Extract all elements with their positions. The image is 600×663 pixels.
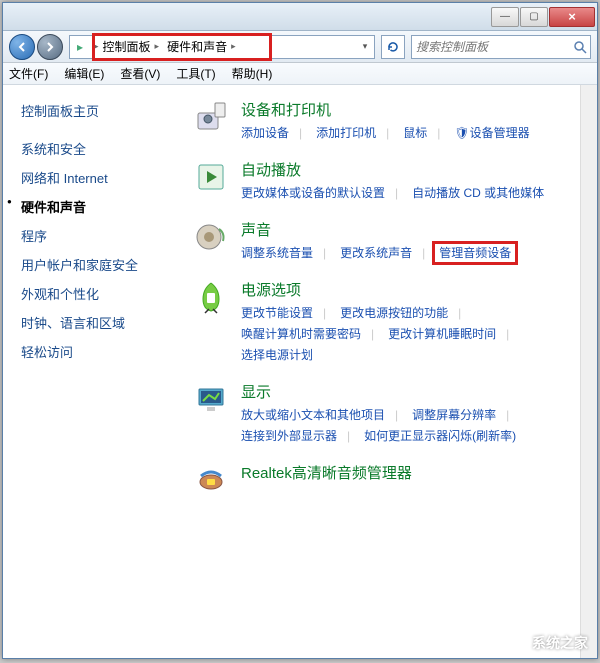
breadcrumb-item[interactable]: ▸控制面板▸ — [90, 38, 163, 55]
menu-item[interactable]: 工具(T) — [176, 65, 215, 82]
category-link[interactable]: 调整屏幕分辨率| — [412, 406, 509, 423]
category-icon — [193, 279, 229, 315]
refresh-button[interactable] — [381, 35, 405, 59]
menubar: 文件(F) 编辑(E) 查看(V) 工具(T) 帮助(H) — [3, 63, 597, 85]
category-icon — [193, 219, 229, 255]
category-link[interactable]: 管理音频设备 — [439, 244, 511, 261]
address-dropdown[interactable]: ▾ — [356, 41, 374, 52]
category-link[interactable]: 唤醒计算机时需要密码| — [241, 325, 374, 342]
category-icon — [193, 462, 229, 498]
back-button[interactable] — [9, 34, 35, 60]
sidebar-item[interactable]: 外观和个性化 — [21, 279, 183, 308]
sidebar-item[interactable]: 网络和 Internet — [21, 163, 183, 192]
sidebar-item[interactable]: 轻松访问 — [21, 337, 183, 366]
house-icon — [504, 633, 528, 653]
search-box[interactable] — [411, 35, 591, 59]
sidebar-title[interactable]: 控制面板主页 — [21, 101, 183, 120]
navbar: ▸ ▸控制面板▸ 硬件和声音▸ ▾ — [3, 31, 597, 63]
minimize-button[interactable]: — — [491, 7, 519, 27]
category-link[interactable]: 连接到外部显示器| — [241, 427, 350, 444]
scrollbar[interactable] — [580, 85, 597, 658]
sidebar-item[interactable]: 系统和安全 — [21, 134, 183, 163]
category: 自动播放更改媒体或设备的默认设置| 自动播放 CD 或其他媒体 — [193, 159, 570, 201]
close-button[interactable]: × — [549, 7, 595, 27]
main-panel: 设备和打印机添加设备| 添加打印机| 鼠标| 🛡设备管理器自动播放更改媒体或设备的默认… — [183, 85, 580, 658]
category-link[interactable]: 自动播放 CD 或其他媒体 — [412, 184, 544, 201]
menu-item[interactable]: 文件(F) — [9, 65, 48, 82]
menu-item[interactable]: 查看(V) — [120, 65, 160, 82]
category-link[interactable]: 添加打印机| — [316, 124, 389, 141]
category: 电源选项更改节能设置| 更改电源按钮的功能| 唤醒计算机时需要密码| 更改计算机睡眠时… — [193, 279, 570, 363]
sidebar: 控制面板主页 系统和安全网络和 Internet硬件和声音程序用户帐户和家庭安全… — [3, 85, 183, 658]
category-link[interactable]: 更改计算机睡眠时间| — [388, 325, 509, 342]
category-link[interactable]: 如何更正显示器闪烁(刷新率) — [364, 427, 516, 444]
category-link[interactable]: 放大或缩小文本和其他项目| — [241, 406, 398, 423]
menu-item[interactable]: 帮助(H) — [232, 65, 273, 82]
category-icon — [193, 381, 229, 417]
forward-button[interactable] — [37, 34, 63, 60]
category-link[interactable]: 更改节能设置| — [241, 304, 326, 321]
breadcrumb-item[interactable]: 硬件和声音▸ — [163, 38, 240, 55]
category-link[interactable]: 更改电源按钮的功能| — [340, 304, 461, 321]
address-bar[interactable]: ▸ ▸控制面板▸ 硬件和声音▸ ▾ — [69, 35, 375, 59]
category-title[interactable]: 声音 — [241, 219, 570, 240]
sidebar-item[interactable]: 硬件和声音 — [21, 192, 183, 221]
category-link[interactable]: 调整系统音量| — [241, 244, 326, 261]
category-link[interactable]: 更改系统声音| — [340, 244, 425, 261]
category-title[interactable]: 显示 — [241, 381, 570, 402]
category: 声音调整系统音量| 更改系统声音| 管理音频设备 — [193, 219, 570, 261]
category-link[interactable]: 鼠标| — [403, 124, 440, 141]
category: Realtek高清晰音频管理器 — [193, 462, 570, 498]
category-title[interactable]: 自动播放 — [241, 159, 570, 180]
category-link[interactable]: 🛡设备管理器 — [454, 124, 529, 141]
sidebar-item[interactable]: 时钟、语言和区域 — [21, 308, 183, 337]
search-icon[interactable] — [573, 40, 587, 54]
category-link[interactable]: 选择电源计划 — [241, 346, 313, 363]
category-title[interactable]: Realtek高清晰音频管理器 — [241, 462, 570, 483]
category-link[interactable]: 添加设备| — [241, 124, 302, 141]
category: 显示放大或缩小文本和其他项目| 调整屏幕分辨率| 连接到外部显示器| 如何更正显示器闪… — [193, 381, 570, 444]
sidebar-item[interactable]: 用户帐户和家庭安全 — [21, 250, 183, 279]
category: 设备和打印机添加设备| 添加打印机| 鼠标| 🛡设备管理器 — [193, 99, 570, 141]
category-title[interactable]: 电源选项 — [241, 279, 570, 300]
category-icon — [193, 99, 229, 135]
search-input[interactable] — [416, 40, 573, 54]
menu-item[interactable]: 编辑(E) — [64, 65, 104, 82]
titlebar: — ▢ × — [3, 3, 597, 31]
maximize-button[interactable]: ▢ — [520, 7, 548, 27]
category-icon — [193, 159, 229, 195]
category-title[interactable]: 设备和打印机 — [241, 99, 570, 120]
watermark: 系统之家 — [504, 633, 588, 653]
sidebar-item[interactable]: 程序 — [21, 221, 183, 250]
category-link[interactable]: 更改媒体或设备的默认设置| — [241, 184, 398, 201]
control-panel-icon: ▸ — [70, 40, 90, 54]
